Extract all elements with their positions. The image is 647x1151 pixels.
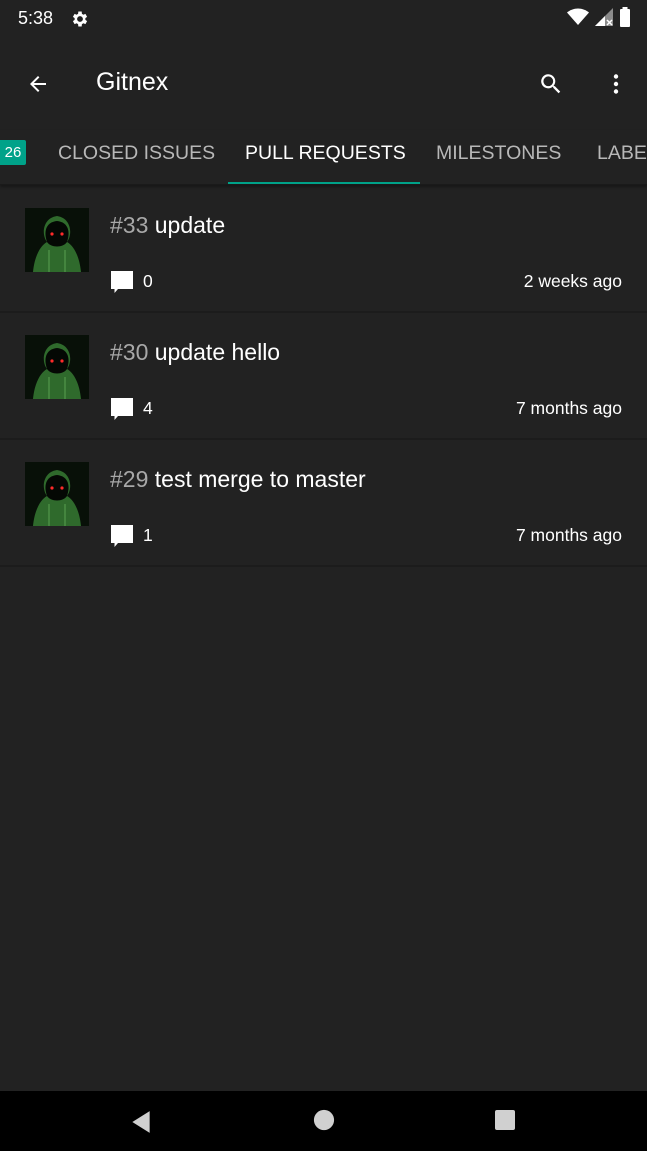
- arrow-back-icon: [30, 76, 46, 92]
- system-nav-bar: [0, 1091, 647, 1151]
- pull-request-time: 2 weeks ago: [523, 271, 622, 291]
- search-icon: [541, 74, 561, 94]
- pull-request-number: #30: [110, 339, 149, 365]
- app-bar: Gitnex: [0, 38, 647, 130]
- pull-request-title: #29 test merge to master: [110, 466, 366, 493]
- avatar[interactable]: [25, 462, 89, 526]
- tab-bar: 26 CLOSED ISSUES PULL REQUESTS MILESTONE…: [0, 130, 647, 185]
- comment-count: 0: [143, 271, 153, 291]
- cellular-signal-icon: [595, 7, 613, 31]
- nav-home-icon[interactable]: [313, 1109, 335, 1131]
- status-time: 5:38: [18, 8, 54, 28]
- more-vert-icon: [613, 74, 619, 94]
- pull-request-title: #30 update hello: [110, 339, 280, 366]
- back-button[interactable]: [14, 60, 62, 108]
- comment-count: 4: [143, 398, 153, 418]
- avatar[interactable]: [25, 208, 89, 272]
- tab-pull-requests[interactable]: PULL REQUESTS: [245, 130, 406, 184]
- pull-request-title-text: update: [154, 212, 226, 238]
- list-item[interactable]: #30 update hello 4 7 months ago: [0, 313, 647, 440]
- pull-request-title-text: test merge to master: [154, 466, 366, 492]
- comment-count: 1: [143, 525, 153, 545]
- comment-icon: [111, 525, 133, 547]
- pull-request-time: 7 months ago: [515, 525, 622, 545]
- list-item[interactable]: #29 test merge to master 1 7 months ago: [0, 440, 647, 567]
- tab-milestones[interactable]: MILESTONES: [436, 130, 561, 184]
- status-bar: 5:38: [0, 0, 647, 38]
- tab-closed-issues[interactable]: CLOSED ISSUES: [58, 130, 215, 184]
- list-item[interactable]: #33 update 0 2 weeks ago: [0, 186, 647, 313]
- battery-icon: [619, 6, 631, 32]
- nav-back-icon[interactable]: [128, 1109, 154, 1135]
- nav-recents-icon[interactable]: [495, 1110, 515, 1130]
- more-options-button[interactable]: [592, 60, 640, 108]
- open-issues-count-badge[interactable]: 26: [0, 140, 26, 165]
- status-icons: [567, 6, 631, 32]
- pull-request-number: #33: [110, 212, 149, 238]
- search-button[interactable]: [527, 60, 575, 108]
- pull-request-number: #29: [110, 466, 149, 492]
- pull-request-title: #33 update: [110, 212, 225, 239]
- comment-icon: [111, 398, 133, 420]
- active-tab-indicator: [228, 182, 420, 184]
- avatar[interactable]: [25, 335, 89, 399]
- tab-labels[interactable]: LABELS: [597, 130, 647, 184]
- comment-icon: [111, 271, 133, 293]
- pull-request-title-text: update hello: [154, 339, 281, 365]
- app-title: Gitnex: [96, 68, 169, 96]
- wifi-icon: [567, 8, 589, 31]
- pull-request-time: 7 months ago: [515, 398, 622, 418]
- settings-gear-icon: [70, 9, 90, 29]
- pull-request-list: #33 update 0 2 weeks ago #30 update hell…: [0, 186, 647, 567]
